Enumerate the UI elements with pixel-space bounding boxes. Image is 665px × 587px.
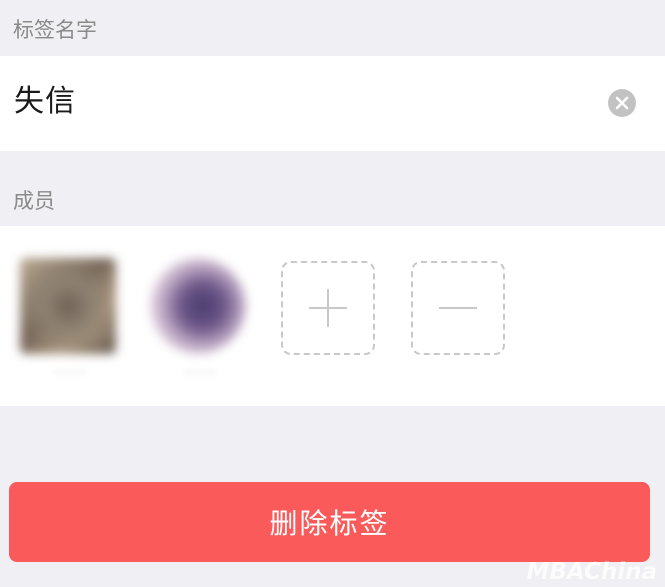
member-name: ········ (183, 366, 217, 381)
clear-button[interactable] (608, 89, 636, 117)
plus-icon (309, 289, 347, 327)
clear-icon (615, 96, 629, 110)
member-name: ········ (53, 366, 87, 381)
avatar (20, 258, 116, 354)
member-item[interactable]: ········ (20, 258, 120, 381)
watermark: MBAChina (526, 559, 657, 585)
tag-name-input[interactable]: 失信 (14, 87, 76, 117)
tag-name-input-row: 失信 (0, 56, 665, 151)
members-panel: ········ ········ (0, 226, 665, 406)
delete-tag-button[interactable]: 删除标签 (9, 482, 650, 562)
member-item[interactable]: ········ (150, 258, 250, 381)
minus-icon (439, 307, 477, 309)
add-member-button[interactable] (281, 261, 375, 355)
tag-name-label: 标签名字 (13, 18, 97, 42)
members-label: 成员 (13, 189, 55, 213)
avatar (150, 258, 246, 354)
remove-member-button[interactable] (411, 261, 505, 355)
